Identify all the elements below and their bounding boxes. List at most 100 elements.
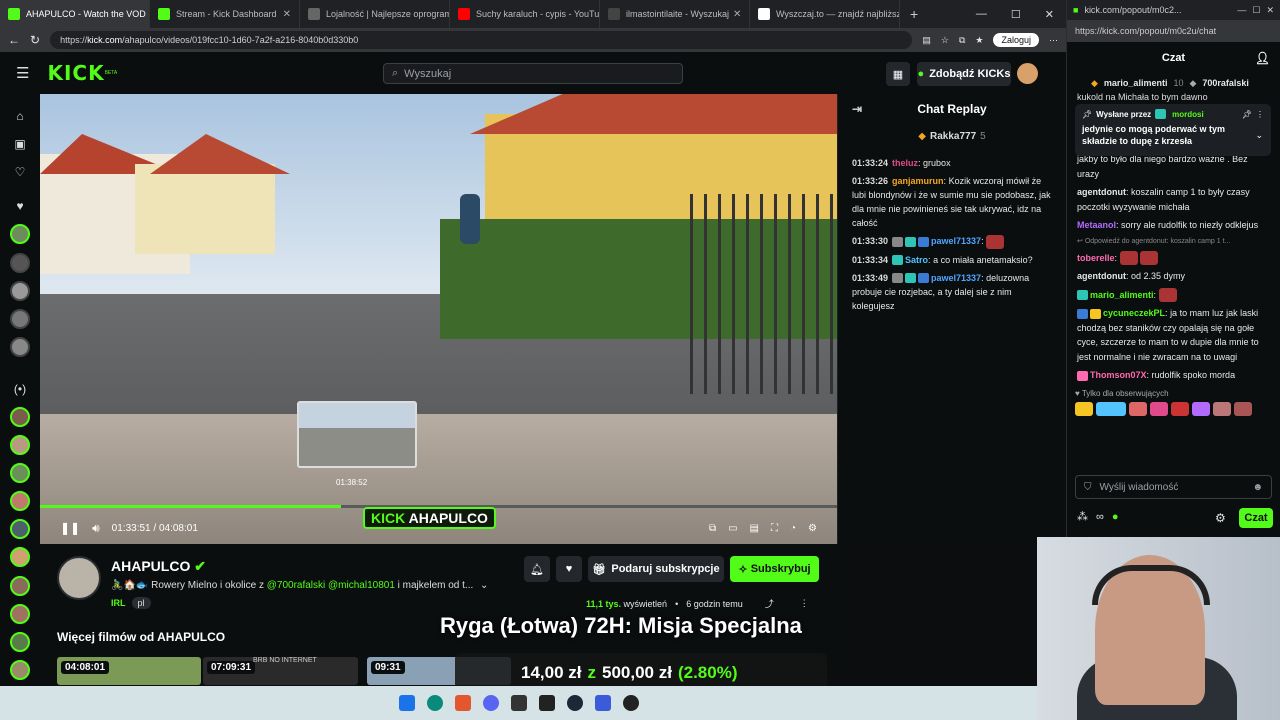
favorites-icon[interactable]: ★ <box>975 35 983 46</box>
mention-link[interactable]: @700rafalski <box>267 580 326 591</box>
sidebar-channel[interactable] <box>0 572 40 600</box>
subscribe-button[interactable]: ✧ Subskrybuj <box>730 556 819 582</box>
sidebar-channel[interactable] <box>0 600 40 628</box>
layout-icon[interactable]: ▦ <box>886 62 910 86</box>
channel-avatar[interactable] <box>57 556 101 600</box>
message-user[interactable]: Thomson07X <box>1090 370 1147 380</box>
browser-tab[interactable]: ilmastointilaite - Wyszukaj ✕ <box>600 0 750 28</box>
theater-icon[interactable]: ▭ <box>728 523 737 534</box>
sidebar-channel[interactable] <box>0 656 40 684</box>
chat-settings-gear-icon[interactable]: ⚙ <box>1215 511 1226 525</box>
get-kicks-button[interactable]: ● Zdobądź KICKs <box>917 62 1011 86</box>
sidebar-channel[interactable] <box>0 487 40 515</box>
browser-tab[interactable]: Suchy karaluch - cypis - YouTube ✕ <box>450 0 600 28</box>
browse-icon[interactable]: ▣ <box>0 130 40 158</box>
more-options-icon[interactable]: ⋮ <box>1256 110 1264 119</box>
send-chat-button[interactable]: Czat <box>1239 508 1273 528</box>
emote-icon[interactable] <box>1129 401 1147 416</box>
message-user[interactable]: Satro <box>905 255 928 265</box>
browser-tab[interactable]: AHAPULCO - Watch the VOD ✕ <box>0 0 150 28</box>
kick-logo-icon[interactable]: ● <box>1112 511 1119 523</box>
close-icon[interactable]: ✕ <box>279 9 291 20</box>
message-user[interactable]: cycuneczekPL <box>1103 308 1165 318</box>
minimize-icon[interactable]: — <box>1237 5 1246 15</box>
more-menu-icon[interactable]: ⋯ <box>1049 35 1058 46</box>
maximize-icon[interactable]: ☐ <box>1252 5 1260 16</box>
video-thumbnail[interactable]: 04:08:01 <box>57 657 201 685</box>
collapse-chat-icon[interactable]: ⇥ <box>852 102 862 116</box>
message-user[interactable]: theluz <box>892 158 918 168</box>
sidebar-channel[interactable] <box>0 459 40 487</box>
message-user[interactable]: mario_alimenti <box>1090 290 1154 300</box>
follow-heart-icon[interactable]: ♥ <box>556 556 582 582</box>
notification-bell-icon[interactable]: 🔔︎ <box>524 556 550 582</box>
edge-browser-icon[interactable] <box>426 695 443 711</box>
pause-icon[interactable]: ❚❚ <box>60 521 80 535</box>
volume-icon[interactable]: 🔊︎ <box>92 521 100 536</box>
following-icon[interactable]: ♡ <box>0 158 40 186</box>
sidebar-channel[interactable] <box>0 515 40 543</box>
obs-icon[interactable] <box>510 695 527 711</box>
sidebar-channel[interactable] <box>0 305 40 333</box>
reader-icon[interactable]: ▤ <box>922 35 931 46</box>
close-window-icon[interactable]: ✕ <box>1045 8 1054 21</box>
sidebar-channel[interactable] <box>0 333 40 361</box>
live-broadcast-icon[interactable]: (•) <box>0 375 40 403</box>
epic-games-icon[interactable] <box>538 695 555 711</box>
message-user[interactable]: agentdonut <box>1077 187 1126 197</box>
sidebar-channel[interactable] <box>0 220 40 248</box>
sidebar-channel[interactable] <box>0 543 40 571</box>
emote-icon[interactable] <box>1213 401 1231 416</box>
close-icon[interactable]: ✕ <box>729 9 741 20</box>
miniplayer-icon[interactable]: ⧉ <box>709 523 716 534</box>
chevron-down-icon[interactable]: ⌄ <box>480 580 488 591</box>
url-field[interactable]: https://kick.com/ahapulco/videos/019fcc1… <box>50 31 913 49</box>
speed-icon[interactable]: ◔ <box>790 523 796 534</box>
user-settings-icon[interactable]: 👤︎ <box>1255 51 1270 65</box>
steam-icon[interactable] <box>566 695 583 711</box>
extensions-icon[interactable]: ⧉ <box>959 35 965 46</box>
hamburger-menu-icon[interactable]: ☰ <box>16 64 29 82</box>
minimize-icon[interactable]: — <box>976 8 987 21</box>
share-icon[interactable]: ⤴ <box>765 597 774 610</box>
kicks-points-icon[interactable]: ⁂ <box>1077 510 1088 523</box>
reload-icon[interactable]: ↻ <box>30 33 40 47</box>
back-icon[interactable]: ← <box>8 33 20 47</box>
emoji-icon[interactable]: ☻ <box>1252 482 1263 493</box>
home-icon[interactable]: ⌂ <box>0 102 40 130</box>
video-thumbnail[interactable]: 07:09:31 BRB NO INTERNET <box>203 657 358 685</box>
search-input[interactable]: ⌕ Wyszukaj <box>383 63 683 84</box>
message-user[interactable]: ganjamurun <box>892 176 944 186</box>
sidebar-channel[interactable] <box>0 403 40 431</box>
unpin-icon[interactable]: 📌︎ <box>1242 110 1252 119</box>
browser-tab[interactable]: Wyszczaj.to — znajdź najbliższą ✕ <box>750 0 900 28</box>
emote-icon[interactable] <box>1096 401 1126 416</box>
sidebar-channel[interactable] <box>0 431 40 459</box>
category-link[interactable]: IRL <box>111 598 126 608</box>
kick-logo[interactable]: KICK <box>47 61 104 85</box>
chat-message-input[interactable]: ⛉ Wyślij wiadomość ☻ <box>1075 475 1272 499</box>
emote-icon[interactable] <box>1192 401 1210 416</box>
sidebar-channel[interactable] <box>0 248 40 276</box>
browser-tab[interactable]: Stream - Kick Dashboard ✕ <box>150 0 300 28</box>
message-user[interactable]: pawel71337 <box>931 273 981 283</box>
discord-icon[interactable] <box>482 695 499 711</box>
close-window-icon[interactable]: ✕ <box>1266 5 1274 16</box>
new-tab-icon[interactable]: + <box>900 6 928 22</box>
sidebar-channel[interactable] <box>0 277 40 305</box>
message-user[interactable]: toberelle <box>1077 253 1115 263</box>
brave-browser-icon[interactable] <box>454 695 471 711</box>
language-tag[interactable]: pl <box>131 597 151 609</box>
more-options-icon[interactable]: ⋮ <box>800 598 809 609</box>
emote-icon[interactable] <box>1234 401 1252 416</box>
maximize-icon[interactable]: ☐ <box>1011 8 1021 21</box>
favorites-heart-icon[interactable]: ♥ <box>0 192 40 220</box>
emote-icon[interactable] <box>1075 401 1093 416</box>
fullscreen-icon[interactable]: ⛶ <box>771 523 778 534</box>
emote-icon[interactable] <box>1150 401 1168 416</box>
emote-icon[interactable] <box>1171 401 1189 416</box>
pinned-sender[interactable]: mordosi <box>1172 110 1204 119</box>
gift-subscription-button[interactable]: 🎁︎ Podaruj subskrypcje <box>588 556 724 582</box>
chevron-down-icon[interactable]: ⌄ <box>1255 130 1263 141</box>
user-avatar[interactable] <box>1017 63 1038 84</box>
